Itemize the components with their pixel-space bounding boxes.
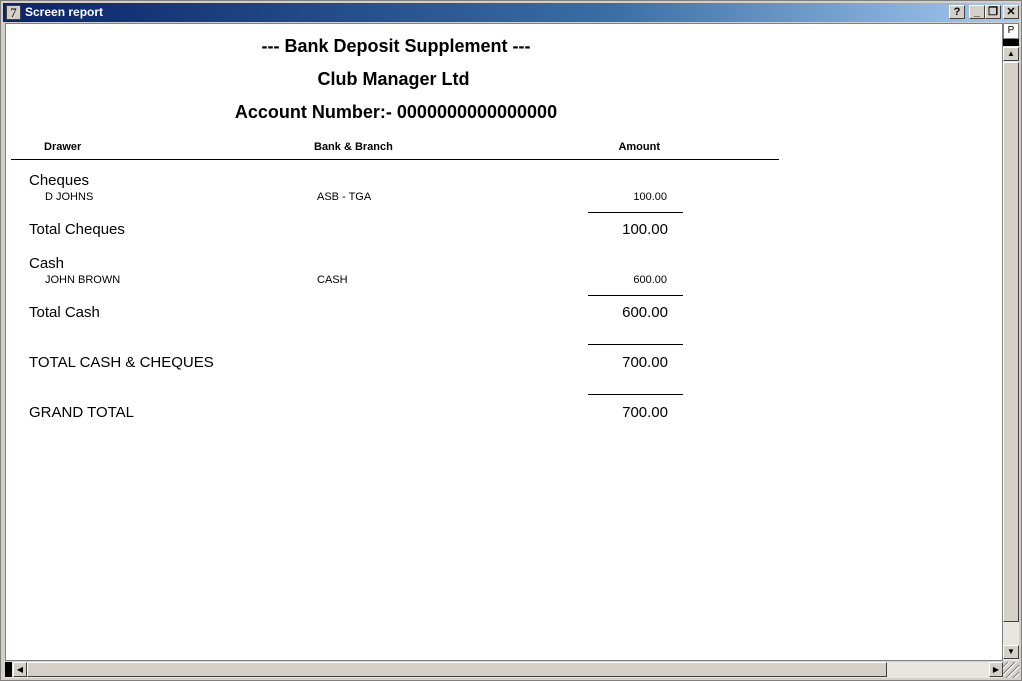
total-cash-cheques-rule xyxy=(588,344,683,345)
horizontal-scroll-marker xyxy=(5,662,12,677)
window-title: Screen report xyxy=(25,5,104,19)
scroll-up-icon[interactable]: ▲ xyxy=(1003,47,1019,61)
resize-grip-icon[interactable] xyxy=(1003,662,1019,678)
grand-total-value: 700.00 xyxy=(622,404,668,421)
vertical-scroll-thumb[interactable] xyxy=(1003,62,1019,622)
column-header-bank-branch: Bank & Branch xyxy=(314,141,393,153)
scroll-right-icon[interactable]: ▶ xyxy=(989,662,1003,677)
title-bar[interactable]: 7 Screen report ? _ ❐ ✕ xyxy=(3,3,1019,22)
vertical-scrollbar[interactable]: P ▲ ▼ xyxy=(1003,23,1019,661)
report-canvas: --- Bank Deposit Supplement --- Club Man… xyxy=(5,23,1003,661)
cash-bank: CASH xyxy=(317,274,348,286)
column-header-amount: Amount xyxy=(618,141,660,153)
header-divider xyxy=(11,159,779,160)
cash-amount: 600.00 xyxy=(633,274,667,286)
cheques-subtotal-rule xyxy=(588,212,683,213)
horizontal-scroll-thumb[interactable] xyxy=(27,662,887,677)
cheque-amount: 100.00 xyxy=(633,191,667,203)
total-cash-value: 600.00 xyxy=(622,304,668,321)
app-icon[interactable]: 7 xyxy=(6,5,21,20)
scroll-down-icon[interactable]: ▼ xyxy=(1003,645,1019,659)
account-number: Account Number:- 0000000000000000 xyxy=(234,102,558,122)
horizontal-scrollbar[interactable]: ◀ ▶ xyxy=(5,662,1003,678)
cheque-drawer: D JOHNS xyxy=(45,191,94,203)
column-header-drawer: Drawer xyxy=(44,141,82,153)
cash-drawer: JOHN BROWN xyxy=(45,274,121,286)
cheque-bank: ASB - TGA xyxy=(317,191,372,203)
total-cheques-label: Total Cheques xyxy=(29,221,125,238)
scroll-marker xyxy=(1003,39,1019,46)
restore-button[interactable]: ❐ xyxy=(985,5,1001,19)
grand-total-label: GRAND TOTAL xyxy=(29,404,135,421)
cheques-heading: Cheques xyxy=(29,172,90,189)
page-indicator[interactable]: P xyxy=(1003,23,1019,39)
minimize-button[interactable]: _ xyxy=(969,5,985,19)
close-button[interactable]: ✕ xyxy=(1003,5,1019,19)
total-cash-label: Total Cash xyxy=(29,304,100,321)
company-name: Club Manager Ltd xyxy=(317,69,470,89)
grand-total-rule xyxy=(588,394,683,395)
screen-report-window: 7 Screen report ? _ ❐ ✕ --- Bank Deposit… xyxy=(0,0,1022,681)
scroll-left-icon[interactable]: ◀ xyxy=(13,662,27,677)
cash-heading: Cash xyxy=(29,255,65,272)
total-cash-cheques-value: 700.00 xyxy=(622,354,668,371)
total-cash-cheques-label: TOTAL CASH & CHEQUES xyxy=(29,354,214,371)
help-button[interactable]: ? xyxy=(949,5,965,19)
total-cheques-value: 100.00 xyxy=(622,221,668,238)
cash-subtotal-rule xyxy=(588,295,683,296)
report-title: --- Bank Deposit Supplement --- xyxy=(261,36,531,56)
